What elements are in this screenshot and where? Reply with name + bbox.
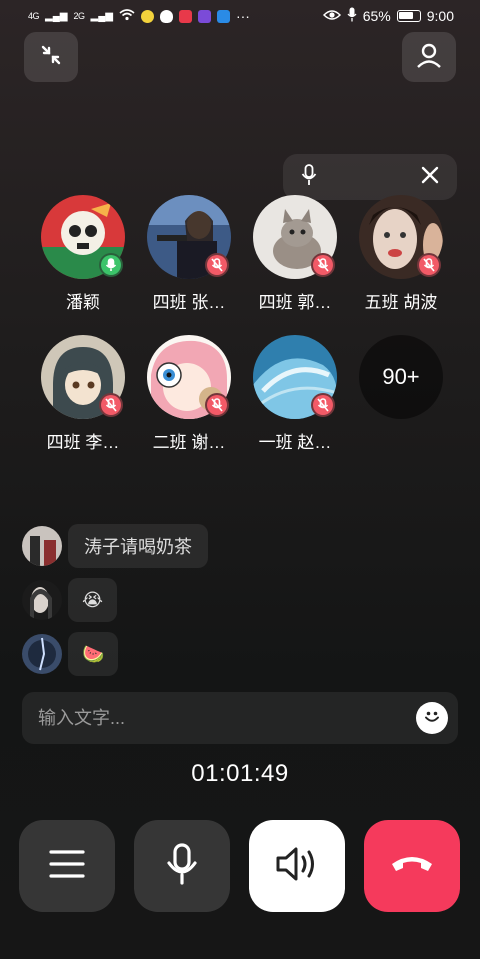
- status-right: 65% 9:00: [322, 7, 454, 25]
- mic-muted-badge: [205, 393, 229, 417]
- close-icon[interactable]: [421, 166, 439, 189]
- mic-muted-badge: [99, 393, 123, 417]
- qq-icon: [159, 9, 173, 23]
- avatar: [22, 526, 62, 566]
- participant-tile[interactable]: 五班 胡波: [348, 195, 454, 313]
- participant-name: 潘颖: [66, 293, 100, 312]
- participant-tile[interactable]: 四班 张…: [136, 195, 242, 313]
- speaker-icon: [275, 846, 319, 887]
- status-bar: 4G ▂▄▆ 2G ▂▄▆ ··· 65% 9:00: [0, 0, 480, 32]
- chat-bubble: 涛子请喝奶茶: [68, 524, 208, 568]
- hang-up-button[interactable]: [364, 820, 460, 912]
- more-participants-count: 90+: [359, 335, 443, 419]
- avatar-wrap: [41, 335, 125, 419]
- chat-bubble: 🍉: [68, 632, 119, 676]
- participant-name: 四班 张…: [152, 293, 226, 312]
- message-input[interactable]: [38, 707, 398, 729]
- menu-button[interactable]: [19, 820, 115, 912]
- signal-bars-icon: ▂▄▆: [90, 10, 113, 22]
- mic-muted-badge: [311, 393, 335, 417]
- avatar: [22, 580, 62, 620]
- profile-button[interactable]: [402, 32, 456, 82]
- participant-tile[interactable]: 潘颖: [30, 195, 136, 313]
- app-notification-icon: [140, 9, 154, 23]
- collapse-arrows-icon: [39, 43, 63, 72]
- person-icon: [416, 42, 442, 73]
- emoji-button[interactable]: [416, 702, 448, 734]
- smiley-icon: [421, 705, 443, 732]
- app-notification-icon: [197, 9, 211, 23]
- clock: 9:00: [426, 8, 454, 24]
- app-notification-icon: [178, 9, 192, 23]
- participant-tile[interactable]: 一班 赵…: [242, 335, 348, 453]
- participant-name: 四班 李…: [46, 433, 120, 452]
- call-controls: [19, 820, 460, 912]
- signal-bars-icon: ▂▄▆: [45, 10, 68, 22]
- mic-muted-badge: [417, 253, 441, 277]
- participant-tile[interactable]: 二班 谢…: [136, 335, 242, 453]
- avatar: [22, 634, 62, 674]
- mic-indicator-pill: [283, 154, 457, 200]
- mic-muted-badge: [205, 253, 229, 277]
- participant-name: 一班 赵…: [258, 433, 332, 452]
- avatar-wrap: [253, 195, 337, 279]
- more-participants-tile[interactable]: 90+: [348, 335, 454, 453]
- participant-name: 四班 郭…: [258, 293, 332, 312]
- participant-tile[interactable]: 四班 李…: [30, 335, 136, 453]
- chat-message: 😭: [22, 578, 208, 622]
- participant-name: 五班 胡波: [364, 293, 438, 312]
- participant-tile[interactable]: 四班 郭…: [242, 195, 348, 313]
- microphone-icon: [301, 163, 317, 191]
- microphone-button[interactable]: [134, 820, 230, 912]
- signal-2g: 2G: [73, 11, 85, 21]
- chat-message: 涛子请喝奶茶: [22, 524, 208, 568]
- wifi-icon: [119, 8, 135, 24]
- app-notification-icon: [216, 9, 230, 23]
- avatar-wrap: [147, 195, 231, 279]
- participant-name: 二班 谢…: [152, 433, 226, 452]
- battery-icon: [396, 10, 421, 22]
- participant-grid: 潘颖 四班 张… 四班 郭… 五班 胡波 四班 李… 二班 谢… 一班 赵… 9…: [30, 195, 455, 453]
- eye-icon: [322, 8, 341, 24]
- more-notifications: ···: [235, 8, 250, 24]
- chat-bubble: 😭: [68, 578, 118, 622]
- speaker-button[interactable]: [249, 820, 345, 912]
- mic-muted-badge: [311, 253, 335, 277]
- avatar-wrap: [41, 195, 125, 279]
- collapse-button[interactable]: [24, 32, 78, 82]
- battery-percent: 65%: [362, 8, 391, 24]
- call-timer: 01:01:49: [191, 760, 289, 787]
- avatar-wrap: [359, 195, 443, 279]
- avatar-wrap: [253, 335, 337, 419]
- status-left: 4G ▂▄▆ 2G ▂▄▆ ···: [28, 8, 250, 24]
- signal-4g: 4G: [28, 11, 40, 21]
- mic-on-badge: [99, 253, 123, 277]
- chat-list: 涛子请喝奶茶 😭 🍉: [22, 524, 208, 686]
- chat-message: 🍉: [22, 632, 208, 676]
- microphone-icon: [347, 7, 357, 25]
- menu-icon: [49, 849, 85, 884]
- avatar-wrap: [147, 335, 231, 419]
- message-input-box: [22, 692, 458, 744]
- hang-up-icon: [390, 854, 434, 879]
- microphone-icon: [166, 842, 198, 890]
